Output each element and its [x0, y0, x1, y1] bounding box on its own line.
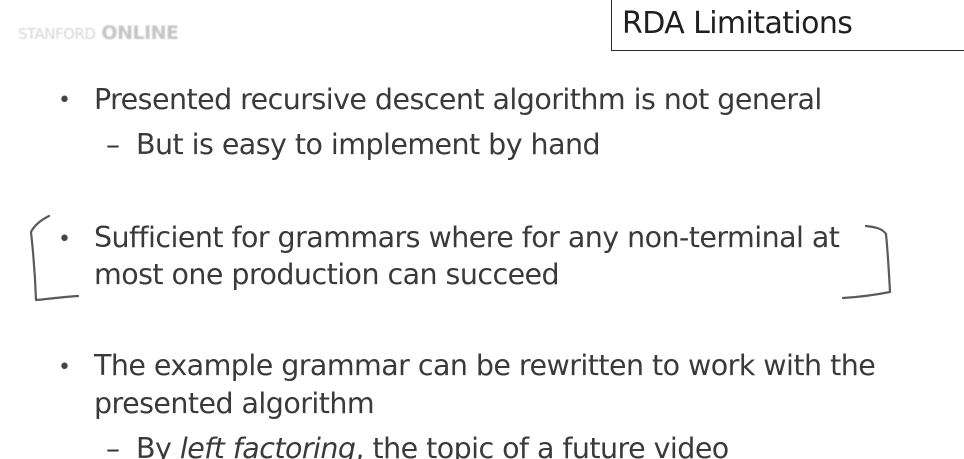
handwritten-annotation — [29, 214, 892, 302]
right-bracket-ink — [841, 224, 892, 300]
slide: STANFORD ONLINE RDA Limitations • Present… — [0, 0, 964, 459]
left-bracket-ink — [29, 214, 80, 302]
